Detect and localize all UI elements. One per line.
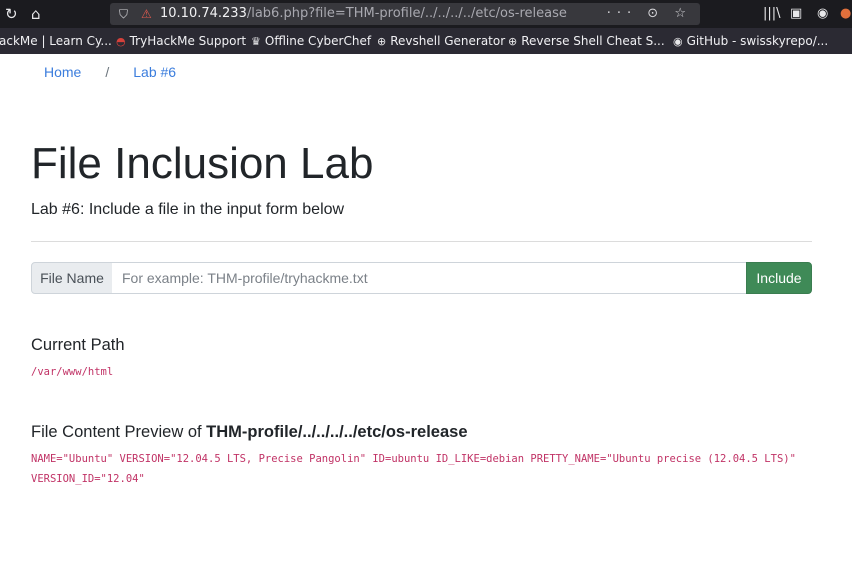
preview-heading-prefix: File Content Preview of	[31, 423, 207, 441]
home-icon[interactable]: ⌂	[31, 0, 41, 28]
url-text[interactable]: 10.10.74.233/lab6.php?file=THM-profile/.…	[160, 3, 567, 25]
url-host: 10.10.74.233	[160, 6, 247, 21]
page-actions-icon[interactable]: ··· ⊙ ☆	[607, 3, 692, 25]
bookmark-reverse-shell-cheat[interactable]: ⊕ Reverse Shell Cheat S...	[508, 28, 665, 54]
bookmark-tryhackme[interactable]: ackMe | Learn Cy...	[0, 28, 112, 54]
preview-heading: File Content Preview of THM-profile/../.…	[31, 422, 468, 442]
breadcrumb-home-link[interactable]: Home	[44, 64, 81, 80]
url-bar[interactable]: ⛉ ⚠ 10.10.74.233/lab6.php?file=THM-profi…	[110, 3, 700, 25]
reload-icon[interactable]: ↻	[5, 0, 18, 28]
extension-icon[interactable]: ●	[840, 0, 851, 28]
url-path: /lab6.php?file=THM-profile/../../../../e…	[246, 6, 567, 21]
bookmarks-bar: ackMe | Learn Cy... ◓ TryHackMe Support ♛…	[0, 28, 852, 54]
preview-heading-file: THM-profile/../../../../etc/os-release	[206, 423, 468, 441]
tryhackme-support-icon: ◓	[116, 35, 126, 48]
divider	[31, 241, 812, 242]
cyberchef-icon: ♛	[251, 35, 261, 48]
file-name-label: File Name	[31, 262, 113, 294]
breadcrumb-separator: /	[105, 64, 110, 80]
insecure-lock-icon[interactable]: ⚠	[141, 3, 152, 25]
current-path-heading: Current Path	[31, 336, 125, 354]
file-content-preview: NAME="Ubuntu" VERSION="12.04.5 LTS, Prec…	[31, 453, 796, 485]
browser-toolbar: ↻ ⌂ ⛉ ⚠ 10.10.74.233/lab6.php?file=THM-p…	[0, 0, 852, 28]
shield-icon[interactable]: ⛉	[119, 3, 128, 25]
globe-icon: ⊕	[377, 35, 387, 48]
bookmark-label: Reverse Shell Cheat S...	[521, 34, 665, 48]
file-name-input[interactable]	[112, 262, 756, 294]
sidebar-icon[interactable]: ▣	[790, 0, 802, 28]
current-path-value: /var/www/html	[31, 366, 114, 378]
globe-icon: ⊕	[508, 35, 518, 48]
file-include-form: File Name Include	[31, 262, 812, 294]
include-button[interactable]: Include	[746, 262, 812, 294]
library-icon[interactable]: |||\	[763, 0, 781, 28]
bookmark-cyberchef[interactable]: ♛ Offline CyberChef	[251, 28, 371, 54]
bookmark-label: TryHackMe Support	[129, 34, 247, 48]
breadcrumb-current-link[interactable]: Lab #6	[133, 64, 176, 80]
account-icon[interactable]: ◉	[817, 0, 828, 28]
bookmark-label: Offline CyberChef	[264, 34, 372, 48]
bookmark-label: Revshell Generator	[390, 34, 506, 48]
page-title: File Inclusion Lab	[31, 139, 374, 188]
breadcrumb: Home / Lab #6	[44, 63, 176, 81]
bookmark-github[interactable]: ◉ GitHub - swisskyrepo/...	[673, 28, 828, 54]
bookmark-label: ackMe | Learn Cy...	[0, 34, 112, 48]
bookmark-label: GitHub - swisskyrepo/...	[686, 34, 829, 48]
page-subtitle: Lab #6: Include a file in the input form…	[31, 201, 345, 218]
github-icon: ◉	[673, 35, 683, 48]
bookmark-tryhackme-support[interactable]: ◓ TryHackMe Support	[116, 28, 246, 54]
bookmark-revshell-generator[interactable]: ⊕ Revshell Generator	[377, 28, 505, 54]
